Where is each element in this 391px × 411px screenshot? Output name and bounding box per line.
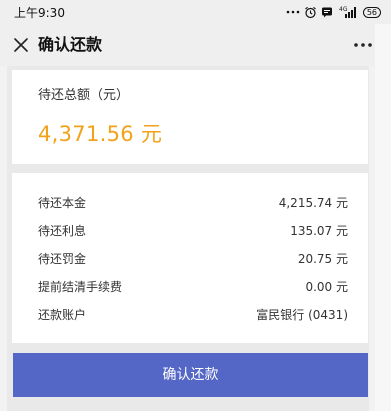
total-due-amount: 4,371.56 元 xyxy=(38,122,163,146)
detail-label: 提前结清手续费 xyxy=(38,280,123,294)
close-icon[interactable] xyxy=(12,36,30,54)
total-due-card: 待还总额（元） 4,371.56 元 xyxy=(12,70,368,164)
network-type-label: 4G xyxy=(339,6,348,13)
detail-value: 富民银行 (0431) xyxy=(256,308,348,322)
total-due-label: 待还总额（元） xyxy=(38,88,130,103)
battery-icon: 56 xyxy=(362,6,381,18)
detail-row-interest: 待还利息 135.07 元 xyxy=(38,220,348,240)
more-dots-icon xyxy=(286,9,300,15)
repayment-details-card: 待还本金 4,215.74 元 待还利息 135.07 元 待还罚金 20.75… xyxy=(12,173,368,343)
message-icon xyxy=(321,6,333,18)
detail-label: 还款账户 xyxy=(38,308,87,322)
detail-row-principal: 待还本金 4,215.74 元 xyxy=(38,192,348,212)
alarm-icon xyxy=(304,6,317,19)
detail-value: 20.75 元 xyxy=(297,252,348,266)
status-bar: 上午9:30 4G 56 xyxy=(0,0,391,24)
detail-row-early-settlement-fee: 提前结清手续费 0.00 元 xyxy=(38,276,348,296)
signal-icon: 4G xyxy=(337,5,359,19)
confirm-repayment-button[interactable]: 确认还款 xyxy=(13,353,368,397)
status-icons: 4G 56 xyxy=(286,3,381,21)
detail-value: 4,215.74 元 xyxy=(278,196,348,210)
nav-bar: 确认还款 xyxy=(0,24,391,66)
detail-value: 135.07 元 xyxy=(290,224,348,238)
status-time: 上午9:30 xyxy=(14,6,65,20)
detail-value: 0.00 元 xyxy=(305,280,348,294)
page-title: 确认还款 xyxy=(38,35,103,54)
detail-row-penalty: 待还罚金 20.75 元 xyxy=(38,248,348,268)
detail-label: 待还本金 xyxy=(38,196,87,210)
detail-label: 待还罚金 xyxy=(38,252,87,266)
right-edge xyxy=(375,24,391,411)
detail-label: 待还利息 xyxy=(38,224,87,238)
detail-row-repayment-account: 还款账户 富民银行 (0431) xyxy=(38,304,348,324)
more-options-icon[interactable] xyxy=(351,34,375,56)
